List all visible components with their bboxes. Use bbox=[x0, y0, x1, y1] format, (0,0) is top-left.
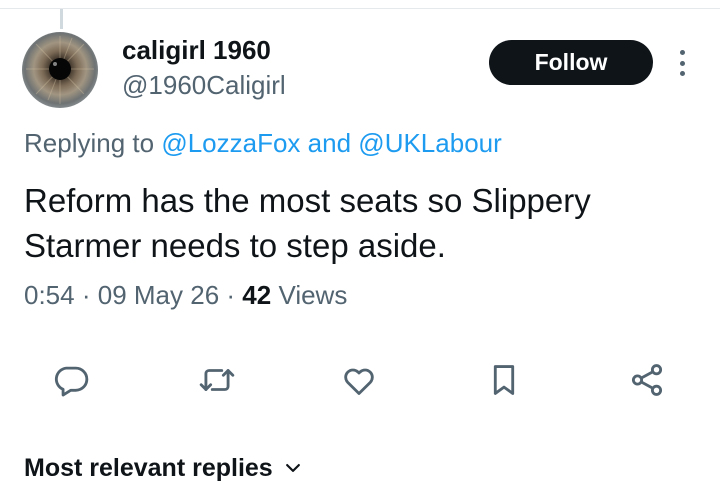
replying-to: Replying to @LozzaFox and @UKLabour bbox=[24, 127, 502, 159]
retweet-icon bbox=[199, 369, 235, 391]
share-button[interactable] bbox=[625, 358, 669, 402]
replies-sort-label: Most relevant replies bbox=[24, 454, 273, 482]
author-display-name[interactable]: caligirl 1960 bbox=[122, 34, 271, 66]
tweet-meta: 0:54 · 09 May 26 · 42 Views bbox=[24, 279, 347, 311]
retweet-button[interactable] bbox=[195, 358, 239, 402]
share-icon bbox=[631, 364, 663, 396]
reply-icon bbox=[54, 366, 89, 397]
meta-separator: · bbox=[226, 280, 236, 310]
avatar[interactable] bbox=[22, 32, 98, 108]
like-icon bbox=[344, 368, 374, 395]
mention-link-uklabour[interactable]: @UKLabour bbox=[358, 128, 501, 158]
tweet-time[interactable]: 0:54 bbox=[24, 280, 75, 310]
tweet-date[interactable]: 09 May 26 bbox=[98, 280, 219, 310]
replying-prefix: Replying to bbox=[24, 128, 155, 158]
views-label: Views bbox=[278, 280, 348, 310]
more-options-icon[interactable] bbox=[672, 48, 692, 78]
like-button[interactable] bbox=[337, 358, 381, 402]
avatar-iris-image bbox=[26, 36, 94, 104]
thread-connector-line bbox=[60, 9, 63, 29]
bookmark-button[interactable] bbox=[482, 358, 526, 402]
chevron-down-icon bbox=[285, 464, 300, 472]
meta-separator: · bbox=[81, 280, 91, 310]
top-divider bbox=[0, 8, 720, 9]
views-count: 42 bbox=[242, 280, 272, 310]
replies-sort-dropdown[interactable]: Most relevant replies bbox=[24, 452, 303, 484]
reply-button[interactable] bbox=[49, 358, 93, 402]
mention-link-lozzafox[interactable]: @LozzaFox bbox=[161, 128, 300, 158]
bookmark-icon bbox=[493, 365, 515, 395]
follow-button[interactable]: Follow bbox=[489, 40, 653, 85]
tweet-actions bbox=[0, 358, 720, 402]
tweet-text: Reform has the most seats so Slippery St… bbox=[24, 182, 591, 264]
author-handle[interactable]: @1960Caligirl bbox=[122, 69, 286, 101]
replying-and: and bbox=[307, 128, 352, 158]
